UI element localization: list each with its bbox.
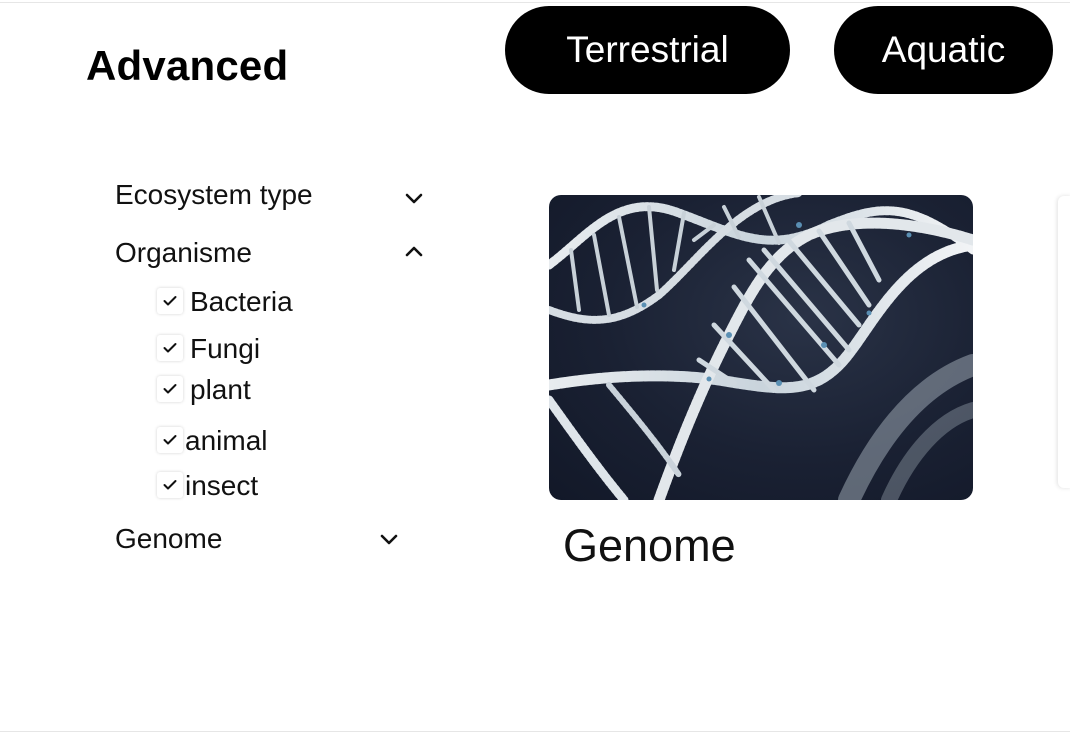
checkbox-checked[interactable] xyxy=(157,427,183,453)
check-icon xyxy=(163,296,177,306)
check-icon xyxy=(163,343,177,353)
aquatic-pill-button[interactable]: Aquatic xyxy=(834,6,1053,94)
check-icon xyxy=(163,435,177,445)
option-label: Fungi xyxy=(190,333,261,364)
option-label: animal xyxy=(185,425,268,456)
top-divider xyxy=(0,2,1070,3)
chevron-down-icon[interactable] xyxy=(378,529,400,551)
page-title: Advanced xyxy=(86,42,289,89)
card-title[interactable]: Genome xyxy=(563,520,736,572)
option-label: Bacteria xyxy=(190,286,293,317)
filter-organisme[interactable]: Organisme xyxy=(115,237,252,269)
terrestrial-pill-button[interactable]: Terrestrial xyxy=(505,6,790,94)
checkbox-checked[interactable] xyxy=(157,376,183,402)
check-icon xyxy=(163,480,177,490)
next-card-peek[interactable] xyxy=(1058,196,1070,488)
option-label: insect xyxy=(185,470,259,501)
chevron-down-icon[interactable] xyxy=(403,188,425,210)
chevron-up-icon[interactable] xyxy=(403,241,425,263)
check-icon xyxy=(163,384,177,394)
filter-ecosystem-type[interactable]: Ecosystem type xyxy=(115,179,313,211)
filter-genome[interactable]: Genome xyxy=(115,523,222,555)
bottom-divider xyxy=(0,731,1070,732)
checkbox-checked[interactable] xyxy=(157,472,183,498)
dna-double-helix-image[interactable] xyxy=(549,195,973,500)
checkbox-checked[interactable] xyxy=(157,335,183,361)
option-label: plant xyxy=(190,374,251,405)
checkbox-checked[interactable] xyxy=(157,288,183,314)
